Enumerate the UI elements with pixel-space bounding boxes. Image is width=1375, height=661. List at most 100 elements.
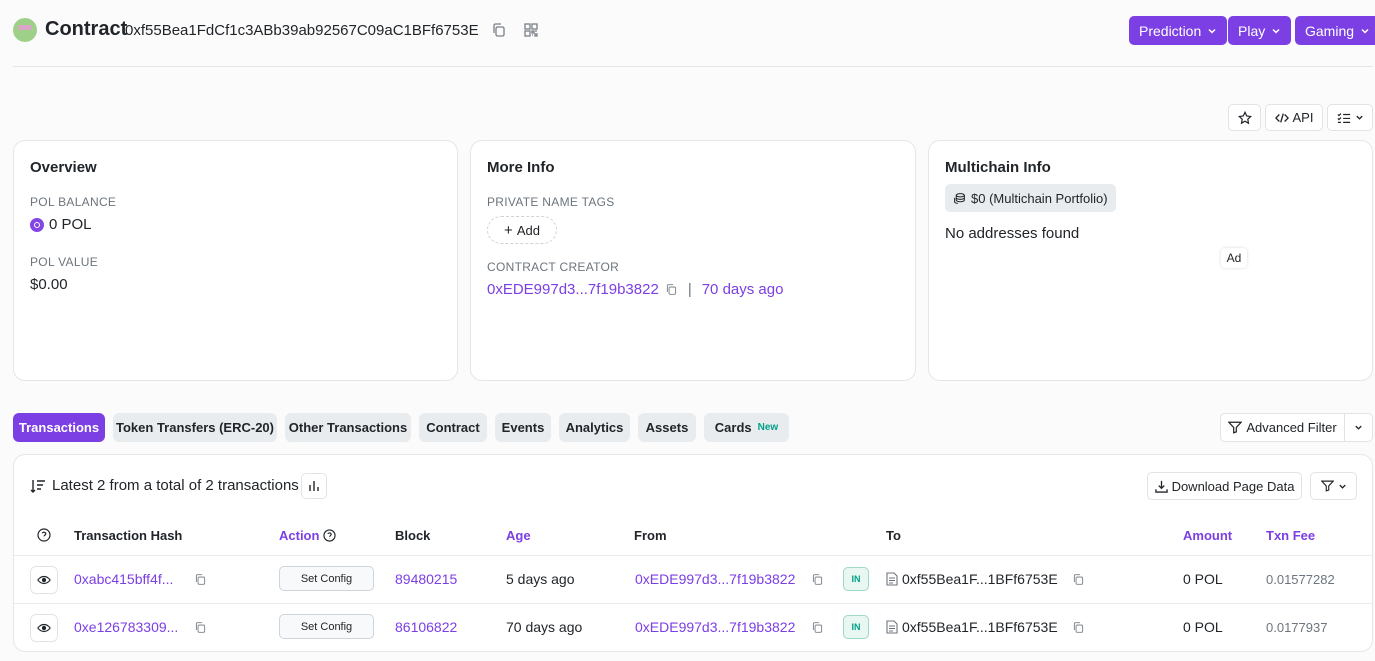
plus-icon: + bbox=[504, 221, 513, 239]
bar-chart-icon bbox=[309, 481, 319, 491]
tab-assets[interactable]: Assets bbox=[638, 413, 696, 442]
copy-icon[interactable] bbox=[665, 283, 678, 296]
balance-label: POL BALANCE bbox=[30, 195, 117, 209]
to-address[interactable]: 0xf55Bea1F...1BFf6753E bbox=[902, 619, 1058, 635]
copy-icon[interactable] bbox=[491, 22, 507, 38]
gaming-button[interactable]: Gaming bbox=[1295, 16, 1375, 45]
copy-icon[interactable] bbox=[1072, 621, 1085, 634]
tab-transactions[interactable]: Transactions bbox=[13, 413, 105, 442]
overview-title: Overview bbox=[30, 159, 97, 176]
api-button[interactable]: API bbox=[1265, 104, 1323, 131]
star-icon bbox=[1237, 110, 1252, 124]
tab-other-transactions[interactable]: Other Transactions bbox=[285, 413, 411, 442]
coins-icon bbox=[954, 192, 965, 204]
direction-badge: IN bbox=[843, 615, 869, 639]
contract-address: 0xf55Bea1FdCf1c3ABb39ab92567C09aC1BFf675… bbox=[125, 22, 479, 39]
balance-value: 0 POL bbox=[30, 216, 92, 233]
tab-token-transfers[interactable]: Token Transfers (ERC-20) bbox=[113, 413, 277, 442]
new-badge: New bbox=[757, 422, 779, 433]
tab-analytics[interactable]: Analytics bbox=[559, 413, 630, 442]
sort-icon bbox=[30, 479, 45, 493]
header-amount[interactable]: Amount bbox=[1183, 528, 1232, 543]
play-button[interactable]: Play bbox=[1228, 16, 1292, 45]
portfolio-label: $0 (Multichain Portfolio) bbox=[971, 190, 1108, 206]
no-addresses-text: No addresses found bbox=[945, 225, 1080, 242]
advanced-filter-label: Advanced Filter bbox=[1246, 420, 1337, 435]
download-button[interactable]: Download Page Data bbox=[1147, 472, 1302, 500]
fee-cell: 0.01577282 bbox=[1266, 572, 1335, 587]
tab-cards[interactable]: Cards New bbox=[704, 413, 789, 442]
advanced-filter-dropdown[interactable] bbox=[1344, 413, 1373, 442]
page-header: Contract 0xf55Bea1FdCf1c3ABb39ab92567C09… bbox=[13, 0, 1375, 67]
tab-cards-label: Cards bbox=[714, 420, 752, 435]
question-circle-icon bbox=[323, 529, 337, 542]
header-from: From bbox=[634, 528, 667, 543]
table-row: 0xabc415bff4f... Set Config 89480215 5 d… bbox=[14, 555, 1372, 603]
tx-hash-link[interactable]: 0xabc415bff4f... bbox=[74, 571, 173, 587]
tab-contract[interactable]: Contract bbox=[419, 413, 487, 442]
summary-text: Latest 2 from a total of 2 transactions bbox=[52, 477, 299, 494]
chevron-down-icon bbox=[1208, 28, 1216, 34]
creator-address-link[interactable]: 0xEDE997d3...7f19b3822 bbox=[487, 281, 659, 298]
chevron-down-icon bbox=[1361, 28, 1369, 34]
chart-button[interactable] bbox=[301, 473, 327, 499]
question-circle-icon bbox=[37, 528, 51, 542]
contract-file-icon bbox=[886, 572, 898, 586]
favorite-button[interactable] bbox=[1228, 104, 1261, 131]
balance-amount: 0 POL bbox=[49, 216, 92, 233]
gaming-label: Gaming bbox=[1305, 22, 1355, 39]
chevron-down-icon bbox=[1355, 115, 1363, 120]
copy-icon[interactable] bbox=[811, 573, 824, 586]
from-address-link[interactable]: 0xEDE997d3...7f19b3822 bbox=[635, 619, 795, 635]
prediction-button[interactable]: Prediction bbox=[1129, 16, 1228, 45]
tab-events[interactable]: Events bbox=[495, 413, 551, 442]
multichain-title: Multichain Info bbox=[945, 159, 1051, 176]
page-title: Contract bbox=[45, 18, 128, 40]
qr-code-icon[interactable] bbox=[523, 22, 539, 38]
filter-dropdown-button[interactable] bbox=[1310, 472, 1357, 500]
header-block: Block bbox=[395, 528, 431, 543]
direction-badge: IN bbox=[843, 567, 869, 591]
add-tag-button[interactable]: + Add bbox=[487, 216, 557, 244]
api-label: API bbox=[1292, 110, 1314, 125]
multichain-portfolio-badge[interactable]: $0 (Multichain Portfolio) bbox=[945, 184, 1116, 212]
copy-icon[interactable] bbox=[194, 573, 207, 586]
overview-card: Overview POL BALANCE 0 POL POL VALUE $0.… bbox=[13, 140, 458, 381]
copy-icon[interactable] bbox=[811, 621, 824, 634]
pol-token-icon bbox=[30, 217, 44, 232]
amount-cell: 0 POL bbox=[1183, 619, 1223, 635]
help-icon-header[interactable] bbox=[37, 528, 51, 542]
fee-cell: 0.0177937 bbox=[1266, 620, 1328, 635]
prediction-label: Prediction bbox=[1139, 22, 1202, 39]
copy-icon[interactable] bbox=[1072, 573, 1085, 586]
from-address-link[interactable]: 0xEDE997d3...7f19b3822 bbox=[635, 571, 795, 587]
action-badge: Set Config bbox=[279, 614, 374, 639]
advanced-filter-button[interactable]: Advanced Filter bbox=[1220, 413, 1345, 442]
header-action-label: Action bbox=[279, 528, 320, 543]
download-label: Download Page Data bbox=[1171, 478, 1295, 494]
table-row: 0xe126783309... Set Config 86106822 70 d… bbox=[14, 603, 1372, 651]
table-summary: Latest 2 from a total of 2 transactions bbox=[30, 477, 299, 494]
to-address[interactable]: 0xf55Bea1F...1BFf6753E bbox=[902, 571, 1058, 587]
transactions-panel: Latest 2 from a total of 2 transactions … bbox=[13, 454, 1373, 652]
creator-age-link[interactable]: 70 days ago bbox=[702, 281, 784, 298]
chevron-down-icon bbox=[1355, 425, 1362, 430]
view-options-button[interactable] bbox=[1327, 104, 1373, 131]
value-label: POL VALUE bbox=[30, 255, 99, 269]
creator-label: CONTRACT CREATOR bbox=[487, 260, 620, 274]
header-age[interactable]: Age bbox=[506, 528, 531, 543]
contract-file-icon bbox=[886, 620, 898, 634]
block-link[interactable]: 86106822 bbox=[395, 619, 457, 635]
header-action[interactable]: Action bbox=[279, 528, 337, 543]
eye-icon bbox=[37, 623, 51, 633]
list-check-icon bbox=[1336, 112, 1350, 123]
preview-button[interactable] bbox=[30, 566, 58, 594]
multichain-card: Multichain Info $0 (Multichain Portfolio… bbox=[928, 140, 1373, 381]
tx-hash-link[interactable]: 0xe126783309... bbox=[74, 619, 178, 635]
copy-icon[interactable] bbox=[194, 621, 207, 634]
preview-button[interactable] bbox=[30, 614, 58, 642]
block-link[interactable]: 89480215 bbox=[395, 571, 457, 587]
chevron-down-icon bbox=[1272, 28, 1280, 34]
header-fee[interactable]: Txn Fee bbox=[1266, 528, 1315, 543]
header-to: To bbox=[886, 528, 901, 543]
